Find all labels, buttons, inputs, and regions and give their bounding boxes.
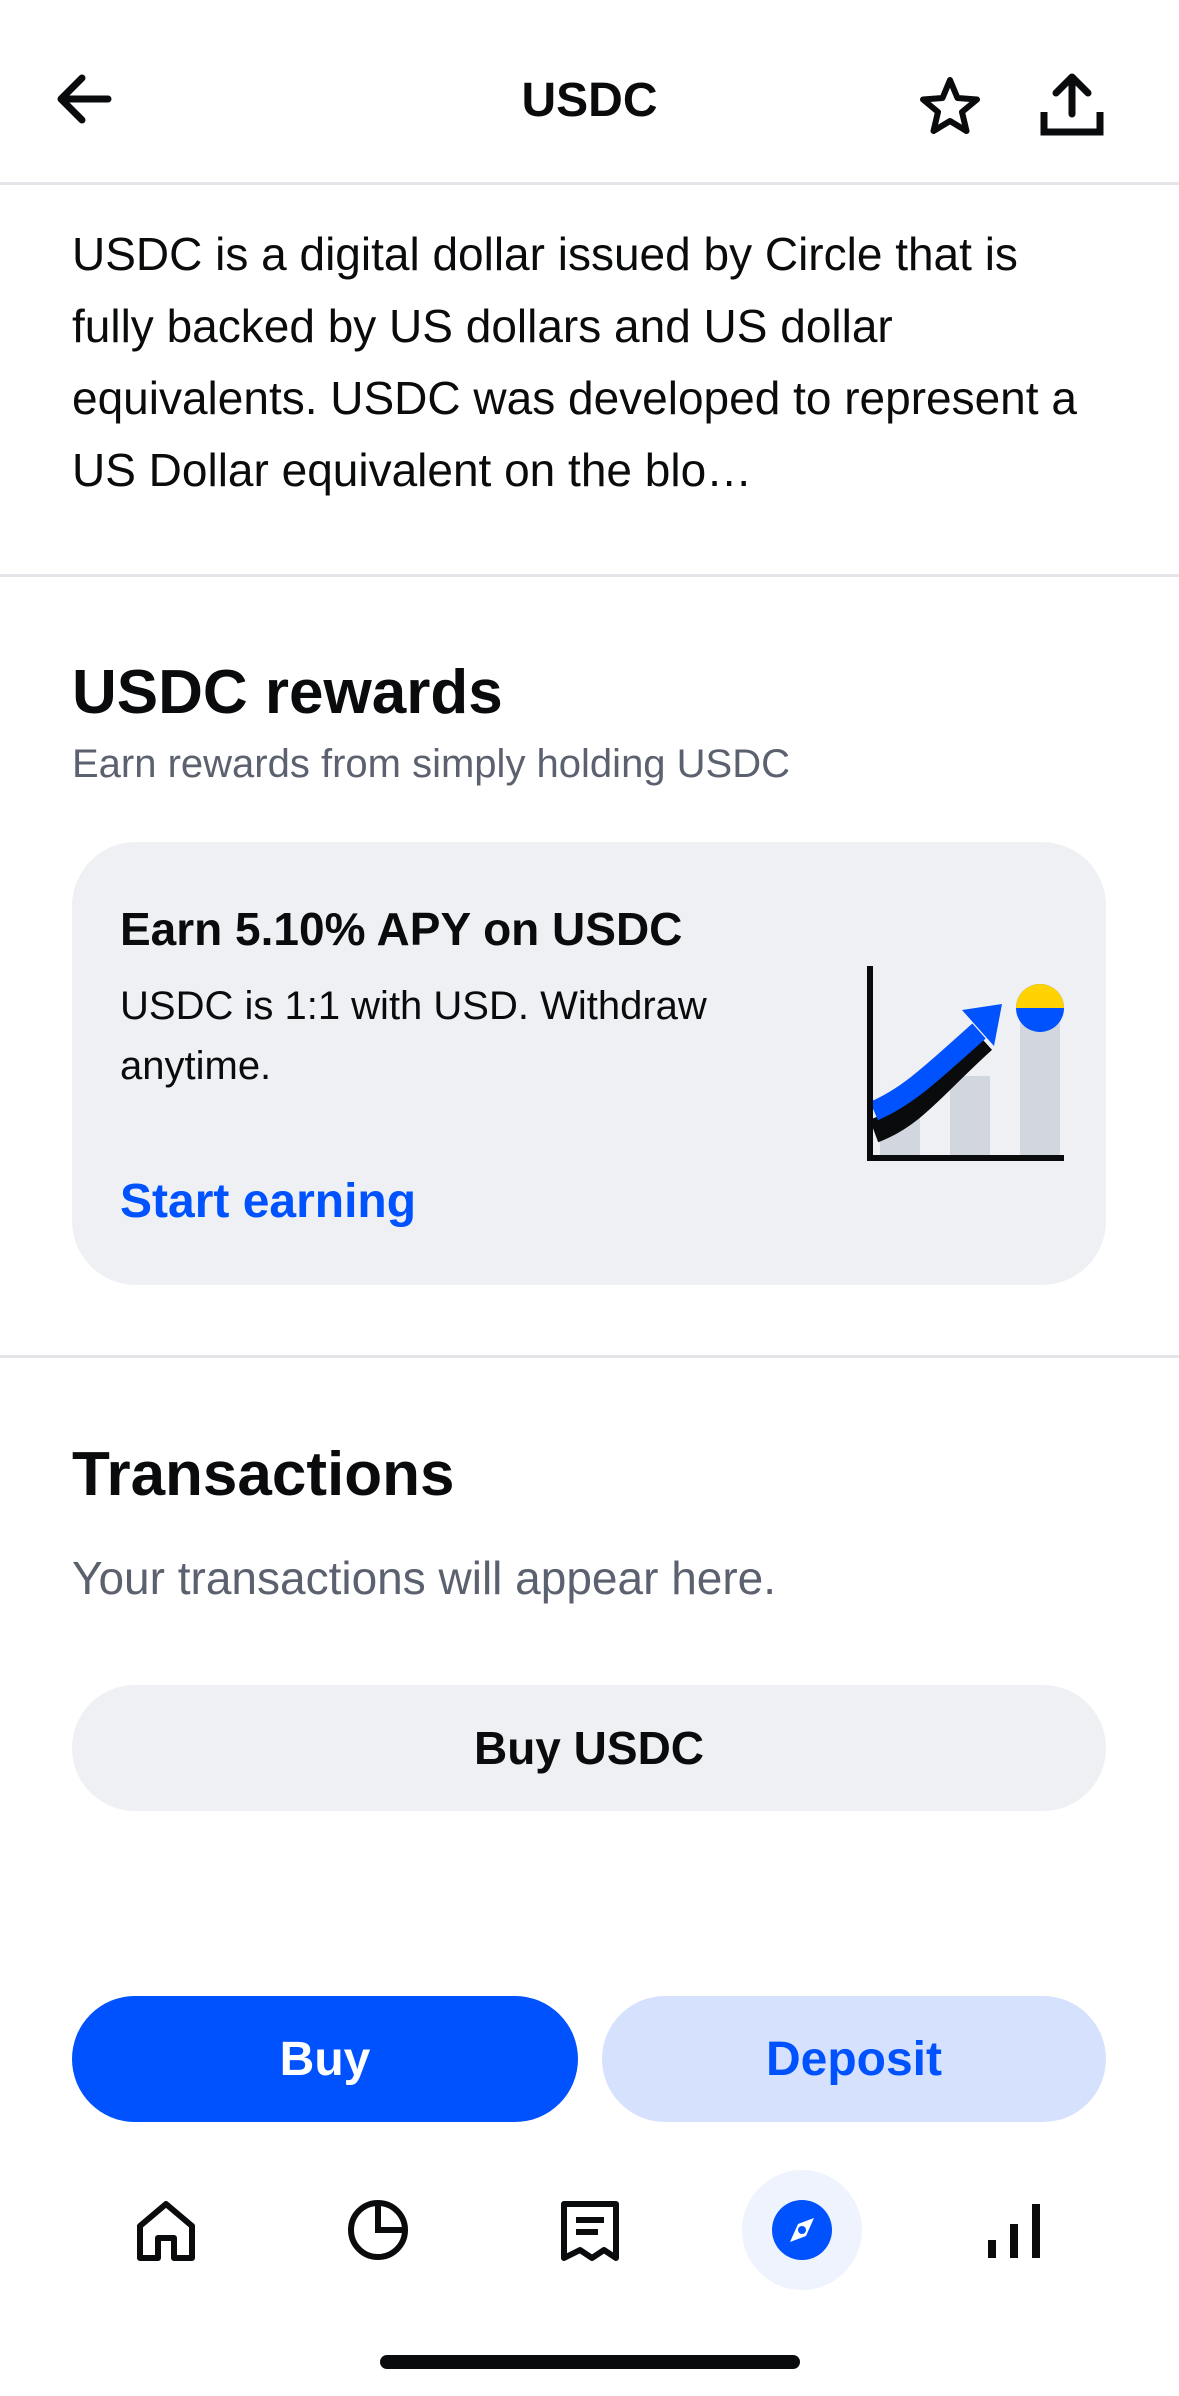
growth-chart-icon xyxy=(867,966,1064,1161)
nav-portfolio[interactable] xyxy=(318,2170,438,2290)
start-earning-link[interactable]: Start earning xyxy=(120,1172,416,1232)
buy-usdc-button[interactable]: Buy USDC xyxy=(72,1685,1106,1811)
section-divider xyxy=(0,1355,1179,1358)
share-button[interactable] xyxy=(1034,68,1110,144)
rewards-card[interactable]: Earn 5.10% APY on USDC USDC is 1:1 with … xyxy=(72,842,1106,1285)
bottom-nav xyxy=(0,2170,1179,2300)
deposit-button[interactable]: Deposit xyxy=(602,1996,1106,2122)
rewards-card-body: USDC is 1:1 with USD. Withdraw anytime. xyxy=(120,984,707,1088)
nav-explore[interactable] xyxy=(742,2170,862,2290)
home-indicator[interactable] xyxy=(380,2355,800,2369)
rewards-subtitle: Earn rewards from simply holding USDC xyxy=(72,742,791,786)
nav-transactions[interactable] xyxy=(530,2170,650,2290)
home-icon xyxy=(137,2201,195,2261)
transactions-empty-text: Your transactions will appear here. xyxy=(72,1552,777,1604)
nav-markets[interactable] xyxy=(954,2170,1074,2290)
star-outline-icon xyxy=(920,77,980,134)
transactions-title: Transactions xyxy=(72,1440,455,1509)
section-divider xyxy=(0,574,1179,577)
rewards-card-title: Earn 5.10% APY on USDC xyxy=(120,903,683,955)
explore-compass-icon xyxy=(772,2200,832,2260)
rewards-title: USDC rewards xyxy=(72,658,503,727)
favorite-button[interactable] xyxy=(915,72,985,142)
nav-home[interactable] xyxy=(106,2170,226,2290)
markets-bars-icon xyxy=(988,2204,1040,2258)
buy-button[interactable]: Buy xyxy=(72,1996,578,2122)
portfolio-pie-icon xyxy=(348,2200,408,2260)
share-upload-icon xyxy=(1040,73,1104,136)
asset-description[interactable]: USDC is a digital dollar issued by Circl… xyxy=(72,218,1112,506)
page-title: USDC xyxy=(521,74,658,127)
transactions-receipt-icon xyxy=(561,2201,619,2261)
